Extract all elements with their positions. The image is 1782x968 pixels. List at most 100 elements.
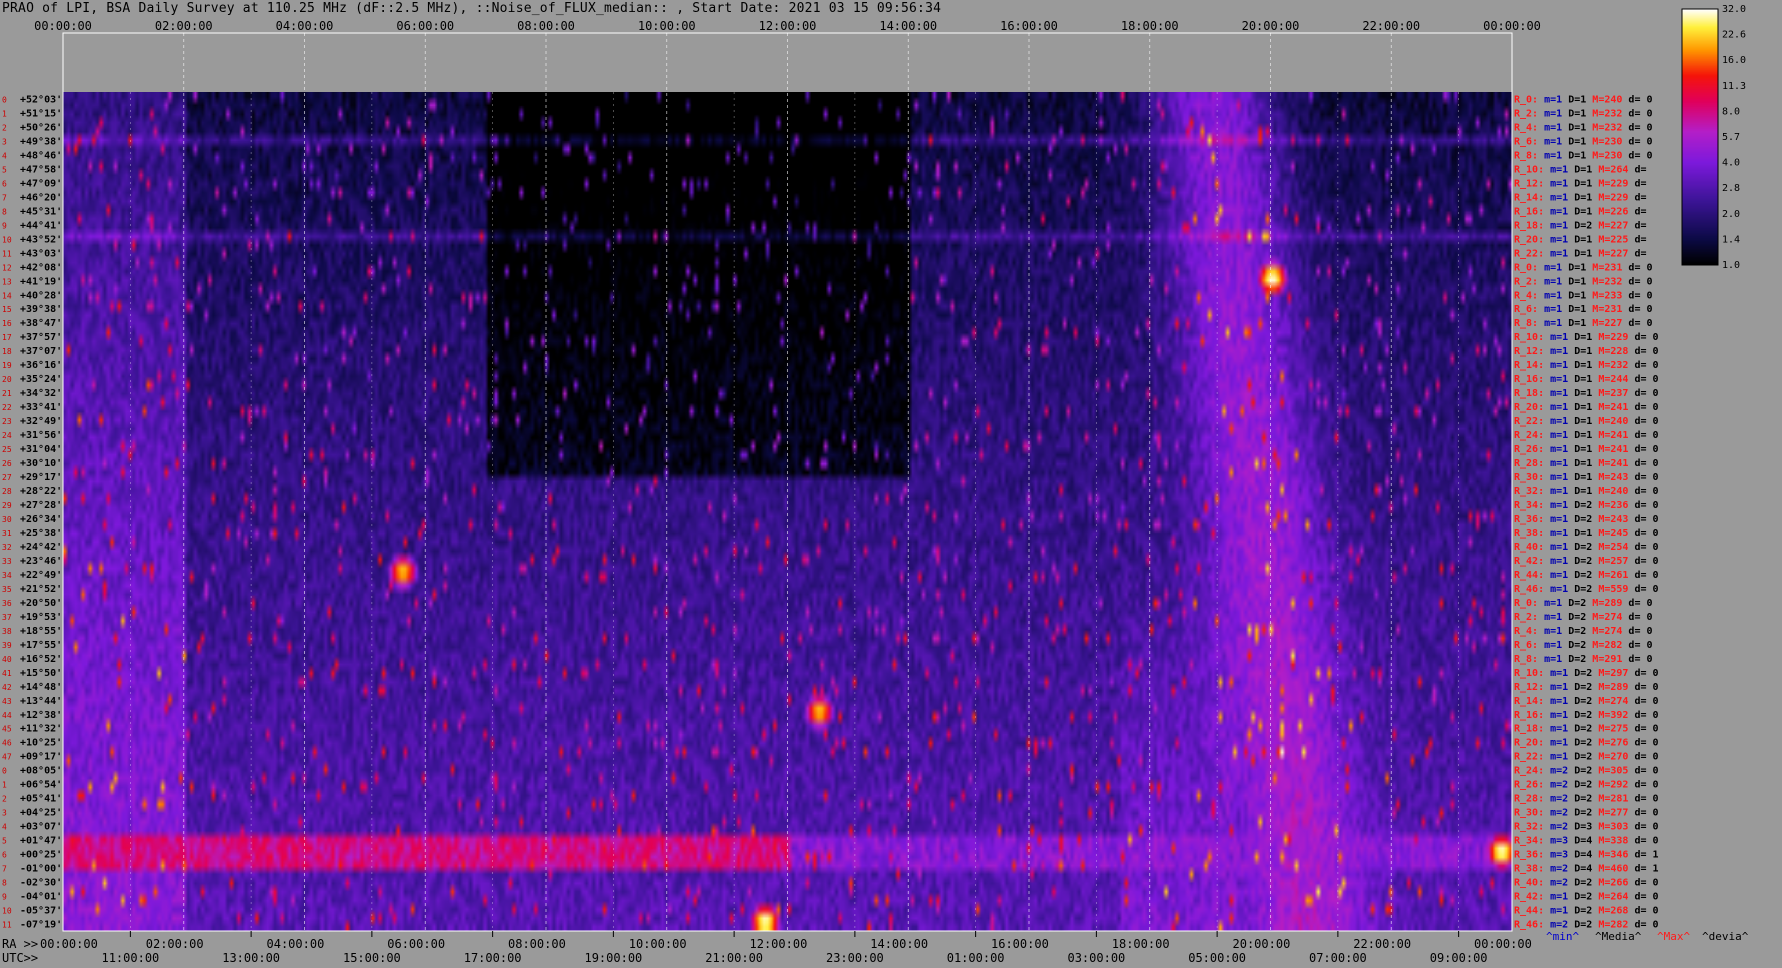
declination-label: +35°24' (20, 374, 62, 385)
ray-status: R_10: m=1 D=1 M=264 d= (1514, 164, 1646, 175)
row-index: 26 (2, 459, 12, 468)
ray-status: R_20: m=1 D=2 M=276 d= 0 (1514, 738, 1659, 749)
colorbar-tick-label: 22.6 (1722, 30, 1746, 41)
row-index: 1 (2, 781, 7, 790)
declination-label: +44°41' (20, 220, 62, 231)
top-tick-label: 02:00:00 (155, 19, 213, 33)
ray-status: R_32: m=1 D=1 M=240 d= 0 (1514, 486, 1659, 497)
row-index: 11 (2, 249, 12, 258)
ray-status: R_8: m=1 D=1 M=230 d= 0 (1514, 150, 1653, 161)
top-tick-label: 06:00:00 (396, 19, 454, 33)
ra-tick-label: 12:00:00 (750, 937, 808, 951)
top-tick-label: 12:00:00 (759, 19, 817, 33)
declination-label: -01°00' (20, 864, 62, 875)
ray-status: R_6: m=1 D=1 M=231 d= 0 (1514, 304, 1653, 315)
bottom-legend: ^min^ ^Media^ ^Max^ ^devia^ (1546, 930, 1749, 943)
declination-label: +14°48' (20, 682, 62, 693)
legend-item: ^Max^ (1657, 930, 1690, 943)
declination-label: +32°49' (20, 416, 62, 427)
row-index: 9 (2, 893, 7, 902)
declination-label: +38°47' (20, 318, 62, 329)
colorbar-tick-label: 5.7 (1722, 132, 1740, 143)
row-index: 2 (2, 795, 7, 804)
ray-status: R_22: m=1 D=1 M=227 d= (1514, 248, 1646, 259)
top-axis: 00:00:00 02:00:00 04:00:00 06:00:00 08:00:00… (34, 19, 1541, 33)
declination-label: +27°28' (20, 500, 62, 511)
declination-axis: 0 +52°03' 1 +51°15' 2 +50°26' 3 +49°38' 4 +48°46'… (2, 94, 62, 930)
legend-item: ^min^ (1546, 930, 1579, 943)
ray-status-list: R_0: m=1 D=1 M=240 d= 0 R_2: m=1 D=1 M=23… (1514, 94, 1659, 930)
chart-svg: 00:00:00 02:00:00 04:00:00 06:00:00 08:00:00… (2, 4, 1749, 965)
ra-tick-label: 22:00:00 (1353, 937, 1411, 951)
row-index: 15 (2, 305, 12, 314)
utc-tick-label: 01:00:00 (947, 951, 1005, 965)
declination-label: +45°31' (20, 206, 62, 217)
ray-status: R_14: m=1 D=2 M=274 d= 0 (1514, 696, 1659, 707)
row-index: 0 (2, 95, 7, 104)
declination-label: +06°54' (20, 780, 62, 791)
row-index: 0 (2, 767, 7, 776)
utc-tick-label: 07:00:00 (1309, 951, 1367, 965)
declination-label: +19°53' (20, 612, 62, 623)
colorbar-tick-label: 11.3 (1722, 81, 1746, 92)
utc-tick-label: 11:00:00 (101, 951, 159, 965)
utc-tick-label: 15:00:00 (343, 951, 401, 965)
ra-tick-label: 16:00:00 (991, 937, 1049, 951)
row-index: 12 (2, 263, 12, 272)
row-index: 42 (2, 683, 12, 692)
ray-status: R_42: m=1 D=2 M=264 d= 0 (1514, 892, 1659, 903)
declination-label: +16°52' (20, 654, 62, 665)
ray-status: R_12: m=1 D=1 M=228 d= 0 (1514, 346, 1659, 357)
ra-tick-label: 04:00:00 (267, 937, 325, 951)
ray-status: R_14: m=1 D=1 M=229 d= (1514, 192, 1646, 203)
row-index: 40 (2, 655, 12, 664)
ray-status: R_24: m=1 D=1 M=241 d= 0 (1514, 430, 1659, 441)
colorbar-tick-label: 2.8 (1722, 183, 1740, 194)
row-index: 21 (2, 389, 12, 398)
declination-label: +46°20' (20, 192, 62, 203)
row-index: 38 (2, 627, 12, 636)
utc-tick-label: 19:00:00 (584, 951, 642, 965)
top-tick-label: 08:00:00 (517, 19, 575, 33)
row-index: 44 (2, 711, 12, 720)
declination-label: +50°26' (20, 122, 62, 133)
row-index: 17 (2, 333, 12, 342)
ray-status: R_12: m=1 D=1 M=229 d= (1514, 178, 1646, 189)
row-index: 43 (2, 697, 12, 706)
ray-status: R_46: m=1 D=2 M=559 d= 0 (1514, 584, 1659, 595)
row-index: 20 (2, 375, 12, 384)
ray-status: R_40: m=1 D=2 M=254 d= 0 (1514, 542, 1659, 553)
colorbar-tick-label: 1.0 (1722, 260, 1740, 271)
ray-status: R_2: m=1 D=2 M=274 d= 0 (1514, 612, 1653, 623)
ray-status: R_0: m=1 D=1 M=240 d= 0 (1514, 94, 1653, 105)
row-index: 5 (2, 165, 7, 174)
declination-label: +24°42' (20, 542, 62, 553)
ray-status: R_44: m=1 D=2 M=261 d= 0 (1514, 570, 1659, 581)
ray-status: R_4: m=1 D=1 M=232 d= 0 (1514, 122, 1653, 133)
utc-tick-label: 13:00:00 (222, 951, 280, 965)
ray-status: R_14: m=1 D=1 M=232 d= 0 (1514, 360, 1659, 371)
ra-tick-label: 08:00:00 (508, 937, 566, 951)
declination-label: +05°41' (20, 794, 62, 805)
ray-status: R_2: m=1 D=1 M=232 d= 0 (1514, 108, 1653, 119)
colorbar-tick-label: 4.0 (1722, 158, 1740, 169)
row-index: 22 (2, 403, 12, 412)
declination-label: +01°47' (20, 836, 62, 847)
utc-tick-label: 17:00:00 (464, 951, 522, 965)
declination-label: +17°55' (20, 640, 62, 651)
ray-status: R_16: m=1 D=1 M=226 d= (1514, 206, 1646, 217)
declination-label: +00°25' (20, 850, 62, 861)
row-index: 11 (2, 921, 12, 930)
declination-label: +13°44' (20, 696, 62, 707)
ray-status: R_46: m=2 D=2 M=282 d= 0 (1514, 920, 1659, 931)
row-index: 27 (2, 473, 12, 482)
ray-status: R_6: m=1 D=1 M=230 d= 0 (1514, 136, 1653, 147)
declination-label: +51°15' (20, 108, 62, 119)
row-index: 5 (2, 837, 7, 846)
declination-label: +11°32' (20, 724, 62, 735)
heatmap (62, 32, 1513, 932)
declination-label: +41°19' (20, 276, 62, 287)
row-index: 36 (2, 599, 12, 608)
legend-item: ^devia^ (1702, 930, 1749, 943)
declination-label: +31°04' (20, 444, 62, 455)
